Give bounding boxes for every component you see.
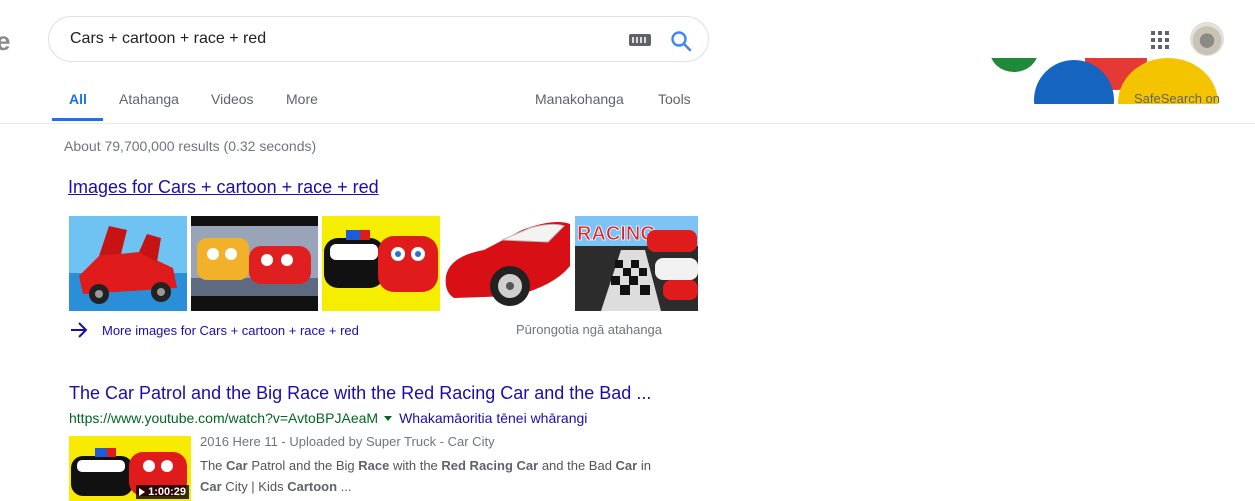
apps-grid-icon[interactable] (1151, 31, 1169, 49)
image-thumbnail[interactable]: RACING (575, 216, 698, 311)
result-stats: About 79,700,000 results (0.32 seconds) (64, 138, 317, 154)
image-thumbnail[interactable] (322, 216, 440, 311)
tab-more[interactable]: More (286, 91, 318, 107)
video-duration: 1:00:29 (148, 486, 186, 498)
result-snippet: The Car Patrol and the Big Race with the… (200, 458, 651, 494)
result-meta: 2016 Here 11 - Uploaded by Super Truck -… (200, 434, 495, 449)
more-images-link[interactable]: More images for Cars + cartoon + race + … (69, 320, 359, 340)
search-icon[interactable] (669, 29, 693, 53)
tab-images[interactable]: Atahanga (119, 91, 179, 107)
video-duration-badge: 1:00:29 (136, 485, 189, 499)
result-url-row: https://www.youtube.com/watch?v=AvtoBPJA… (69, 410, 587, 426)
image-thumbnail[interactable] (69, 216, 187, 311)
image-thumbnail[interactable] (191, 216, 318, 311)
header-divider (0, 123, 1255, 124)
translate-link[interactable]: Whakamāoritia tēnei whārangi (399, 410, 587, 426)
tab-tools[interactable]: Tools (658, 91, 691, 107)
arrow-right-icon (71, 322, 88, 338)
safesearch-label[interactable]: SafeSearch on (1134, 91, 1220, 106)
images-feedback-link[interactable]: Pūrongotia ngā atahanga (516, 322, 662, 337)
tab-settings[interactable]: Manakohanga (535, 91, 624, 107)
tab-videos[interactable]: Videos (211, 91, 254, 107)
tab-all[interactable]: All (69, 91, 87, 107)
image-thumbnail[interactable] (444, 216, 571, 311)
google-logo-fragment[interactable]: e (0, 26, 10, 57)
result-url: https://www.youtube.com/watch?v=AvtoBPJA… (69, 410, 379, 426)
search-input[interactable]: Cars + cartoon + race + red (70, 30, 266, 48)
video-thumbnail[interactable]: 1:00:29 (69, 436, 191, 501)
dropdown-caret-icon[interactable] (384, 415, 393, 421)
images-heading-link[interactable]: Images for Cars + cartoon + race + red (68, 177, 379, 198)
result-title-link[interactable]: The Car Patrol and the Big Race with the… (69, 383, 651, 404)
racing-text: RACING (577, 223, 656, 245)
play-icon (139, 488, 146, 496)
more-images-label[interactable]: More images for Cars + cartoon + race + … (102, 323, 359, 338)
search-box[interactable]: Cars + cartoon + race + red (48, 16, 709, 62)
keyboard-icon[interactable] (629, 34, 651, 46)
active-tab-indicator (52, 118, 103, 121)
avatar[interactable] (1190, 22, 1224, 56)
